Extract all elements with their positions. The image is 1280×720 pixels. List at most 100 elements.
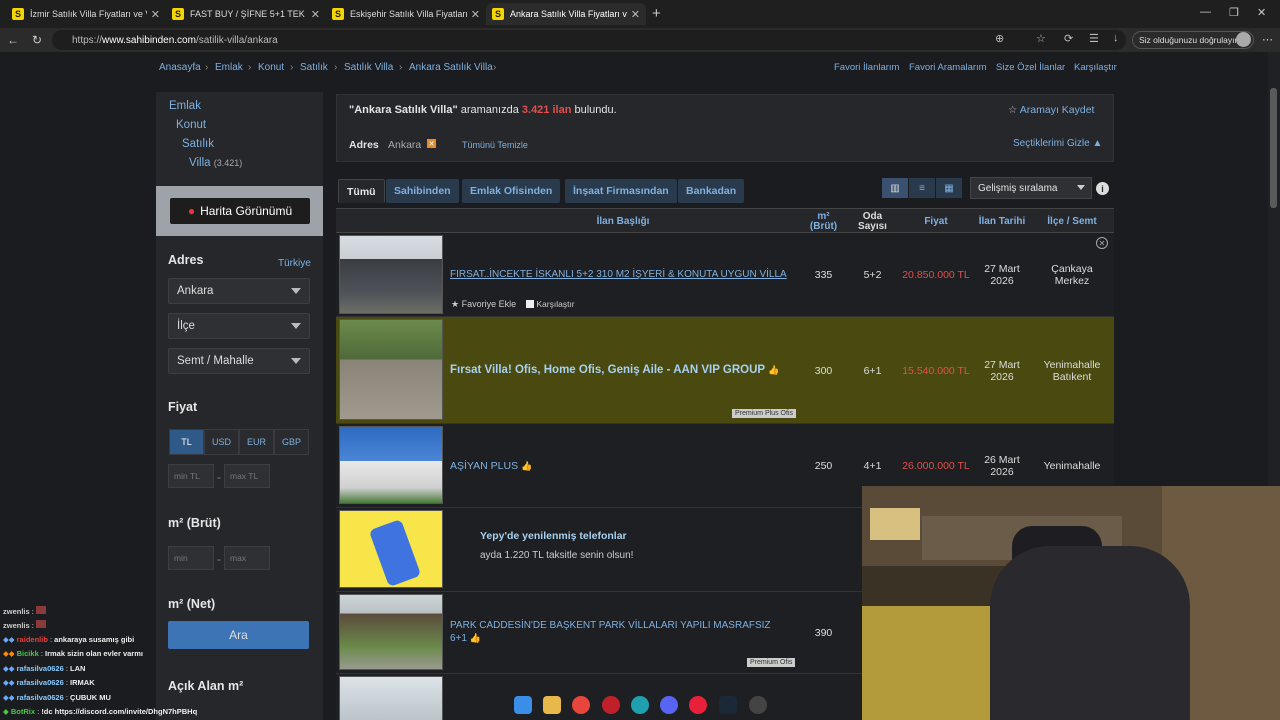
category-emlak[interactable]: Emlak	[169, 100, 201, 112]
category-satilik[interactable]: Satılık	[182, 138, 214, 150]
remove-filter-icon[interactable]: ✕	[427, 139, 436, 148]
favorite-searches-link[interactable]: Favori Aramalarım	[909, 62, 987, 73]
close-icon[interactable]: ✕	[631, 8, 640, 21]
browser-tab[interactable]: S İzmir Satılık Villa Fiyatları ve Villa…	[6, 3, 166, 25]
zoom-icon[interactable]: ⊕	[995, 32, 1004, 45]
thumb-icon: 👍	[469, 633, 481, 643]
tab-all[interactable]: Tümü	[338, 179, 385, 203]
column-date[interactable]: İlan Tarihi	[974, 209, 1030, 234]
column-title[interactable]: İlan Başlığı	[446, 209, 800, 234]
browser-tab[interactable]: S FAST BUY / ŞİFNE 5+1 TEK MÜSTAK ✕	[166, 3, 326, 25]
breadcrumb-item[interactable]: Ankara Satılık Villa	[409, 62, 493, 73]
column-price[interactable]: Fiyat	[898, 209, 974, 234]
breadcrumb-item[interactable]: Konut	[258, 62, 284, 73]
listing-thumbnail[interactable]	[339, 676, 443, 720]
browser-tab-active[interactable]: S Ankara Satılık Villa Fiyatları ve Vill…	[486, 3, 646, 25]
ad-title[interactable]: Yepy'de yenilenmiş telefonlar	[480, 530, 627, 542]
compare-link[interactable]: Karşılaştır	[1074, 62, 1117, 73]
listing-thumbnail[interactable]	[339, 319, 443, 420]
close-icon[interactable]: ✕	[1096, 237, 1108, 249]
city-select[interactable]: Ankara	[168, 278, 310, 304]
minimize-icon[interactable]: —	[1200, 6, 1211, 18]
favorite-button[interactable]: ★ Favoriye Ekle	[451, 299, 516, 310]
listing-title-link[interactable]: Fırsat Villa! Ofis, Home Ofis, Geniş Ail…	[450, 364, 779, 376]
tab-bank[interactable]: Bankadan	[678, 179, 745, 203]
tab-construction[interactable]: İnşaat Firmasından	[565, 179, 677, 203]
column-location[interactable]: İlçe / Semt	[1030, 209, 1114, 234]
favorite-listings-link[interactable]: Favori İlanlarım	[834, 62, 899, 73]
url-input[interactable]: https://www.sahibinden.com/satilik-villa…	[52, 30, 1126, 50]
star-icon[interactable]: ☆	[1036, 32, 1046, 45]
tab-agency[interactable]: Emlak Ofisinden	[462, 179, 561, 203]
save-search-button[interactable]: ☆ Aramayı Kaydet	[1008, 104, 1094, 116]
listing-thumbnail[interactable]	[339, 426, 443, 504]
listing-title-link[interactable]: PARK CADDESİN'DE BAŞKENT PARK VİLLALARI …	[450, 619, 790, 645]
download-icon[interactable]: ↓	[1113, 32, 1119, 44]
reload-icon[interactable]: ↻	[32, 33, 42, 47]
grid-view-icon[interactable]: ▦	[936, 178, 962, 198]
district-select[interactable]: İlçe	[168, 313, 310, 339]
currency-usd-button[interactable]: USD	[204, 429, 239, 455]
favorites-icon[interactable]: ☰	[1089, 32, 1099, 45]
currency-gbp-button[interactable]: GBP	[274, 429, 309, 455]
category-villa[interactable]: Villa (3.421)	[189, 157, 242, 169]
listing-thumbnail[interactable]	[339, 594, 443, 670]
maximize-icon[interactable]: ❐	[1229, 6, 1239, 19]
tab-owner[interactable]: Sahibinden	[386, 179, 459, 203]
table-row[interactable]: FIRSAT..İNCEKTE İSKANLI 5+2 310 M2 İŞYER…	[336, 233, 1114, 317]
profile-avatar[interactable]	[1236, 32, 1251, 47]
table-view-icon[interactable]: ▥	[882, 178, 908, 198]
column-rooms[interactable]: Oda Sayısı	[847, 209, 898, 234]
info-icon[interactable]: i	[1096, 182, 1109, 195]
compare-checkbox[interactable]: Karşılaştır	[526, 299, 575, 309]
more-icon[interactable]: ⋯	[1262, 33, 1273, 46]
listing-title-link[interactable]: FIRSAT..İNCEKTE İSKANLI 5+2 310 M2 İŞYER…	[450, 269, 787, 280]
min-price-input[interactable]: min TL	[168, 464, 214, 488]
breadcrumb-item[interactable]: Emlak	[215, 62, 243, 73]
browser-tab[interactable]: S Eskişehir Satılık Villa Fiyatları ve V…	[326, 3, 486, 25]
file-explorer-icon[interactable]	[543, 696, 561, 714]
list-view-icon[interactable]: ≡	[909, 178, 935, 198]
ad-thumbnail[interactable]	[339, 510, 443, 588]
edge-icon[interactable]	[631, 696, 649, 714]
media-player-icon[interactable]	[689, 696, 707, 714]
breadcrumb-item[interactable]: Satılık	[300, 62, 328, 73]
min-m2-input[interactable]: min	[168, 546, 214, 570]
chat-user: Bicikk	[16, 649, 39, 658]
listing-title-link[interactable]: AŞİYAN PLUS 👍	[450, 460, 532, 472]
currency-tl-button[interactable]: TL	[169, 429, 204, 455]
windows-start-icon[interactable]	[514, 696, 532, 714]
map-view-button[interactable]: ● Harita Görünümü	[170, 198, 310, 224]
neighborhood-select[interactable]: Semt / Mahalle	[168, 348, 310, 374]
extensions-icon[interactable]: ⟳	[1064, 32, 1073, 45]
country-link[interactable]: Türkiye	[278, 258, 311, 269]
discord-icon[interactable]	[660, 696, 678, 714]
column-m2[interactable]: m² (Brüt)	[800, 209, 847, 234]
listing-thumbnail[interactable]	[339, 235, 443, 314]
listing-table-header: İlan Başlığı m² (Brüt) Oda Sayısı Fiyat …	[336, 208, 1114, 233]
max-m2-input[interactable]: max	[224, 546, 270, 570]
neighborhood-placeholder: Semt / Mahalle	[177, 355, 254, 367]
close-window-icon[interactable]: ✕	[1257, 6, 1266, 19]
scrollbar-thumb[interactable]	[1270, 88, 1277, 208]
opera-icon[interactable]	[602, 696, 620, 714]
steam-icon[interactable]	[719, 696, 737, 714]
back-icon[interactable]: ←	[7, 33, 19, 47]
sort-select[interactable]: Gelişmiş sıralama	[970, 177, 1092, 199]
table-row[interactable]: Fırsat Villa! Ofis, Home Ofis, Geniş Ail…	[336, 317, 1114, 424]
personal-listings-link[interactable]: Size Özel İlanlar	[996, 62, 1065, 73]
max-price-input[interactable]: max TL	[224, 464, 270, 488]
close-icon[interactable]: ✕	[151, 8, 160, 21]
breadcrumb-item[interactable]: Satılık Villa	[344, 62, 393, 73]
obs-icon[interactable]	[749, 696, 767, 714]
clear-all-link[interactable]: Tümünü Temizle	[462, 140, 528, 150]
breadcrumb-item[interactable]: Anasayfa	[159, 62, 201, 73]
close-icon[interactable]: ✕	[311, 8, 320, 21]
close-icon[interactable]: ✕	[471, 8, 480, 21]
category-konut[interactable]: Konut	[176, 119, 206, 131]
new-tab-icon[interactable]: +	[652, 5, 661, 22]
chrome-icon[interactable]	[572, 696, 590, 714]
chevron-down-icon	[291, 323, 301, 329]
hide-selections-link[interactable]: Seçtiklerimi Gizle ▲	[1013, 138, 1102, 149]
currency-eur-button[interactable]: EUR	[239, 429, 274, 455]
